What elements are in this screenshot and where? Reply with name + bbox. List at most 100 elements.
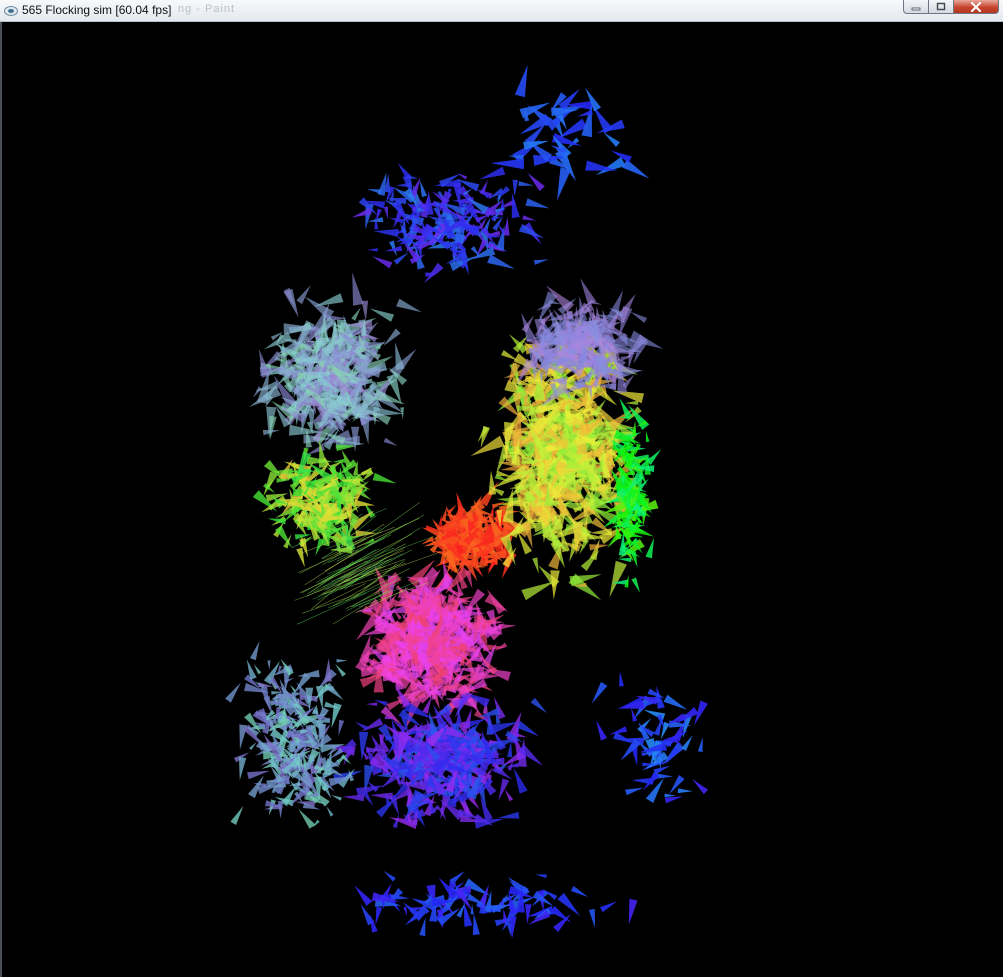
boid-trail bbox=[300, 538, 367, 574]
boid bbox=[557, 167, 571, 201]
boid bbox=[603, 132, 620, 147]
simulation-canvas[interactable] bbox=[2, 22, 1003, 977]
maximize-button[interactable] bbox=[929, 0, 954, 14]
boid bbox=[260, 686, 270, 709]
boid bbox=[619, 671, 624, 687]
boid bbox=[373, 228, 399, 237]
boid bbox=[395, 342, 405, 371]
boid bbox=[664, 793, 677, 798]
boid bbox=[589, 544, 609, 551]
boid bbox=[489, 737, 519, 753]
boid bbox=[653, 765, 671, 775]
minimize-button[interactable] bbox=[903, 0, 929, 14]
boid bbox=[396, 298, 422, 313]
boid bbox=[354, 499, 376, 507]
boid bbox=[383, 870, 396, 882]
boid bbox=[230, 805, 244, 825]
boid bbox=[332, 458, 346, 463]
maximize-icon bbox=[936, 2, 946, 11]
boid bbox=[525, 198, 550, 209]
boid bbox=[277, 801, 284, 819]
boid bbox=[383, 206, 388, 220]
boid-trail bbox=[364, 536, 434, 563]
boid bbox=[501, 349, 519, 361]
title-bar[interactable]: 565 Flocking sim [60.04 fps] ng - Paint bbox=[0, 0, 1003, 22]
minimize-icon bbox=[911, 7, 921, 10]
boid bbox=[645, 430, 650, 443]
boid bbox=[617, 557, 632, 563]
boid bbox=[372, 256, 393, 269]
boid bbox=[367, 189, 382, 195]
boid bbox=[525, 904, 532, 925]
boid bbox=[298, 809, 316, 829]
boid bbox=[331, 795, 342, 801]
boid bbox=[480, 796, 493, 821]
boid bbox=[335, 664, 347, 677]
boid bbox=[589, 299, 602, 305]
boid bbox=[663, 694, 688, 710]
boid bbox=[508, 154, 524, 160]
boid bbox=[247, 770, 270, 780]
boid bbox=[497, 811, 520, 819]
app-icon bbox=[4, 4, 18, 16]
boid bbox=[697, 737, 703, 753]
boid-trail bbox=[371, 502, 421, 538]
boid bbox=[613, 731, 636, 744]
boid bbox=[383, 437, 398, 446]
boid bbox=[630, 311, 648, 323]
boid bbox=[441, 507, 447, 522]
boid bbox=[628, 898, 638, 925]
boid bbox=[507, 741, 513, 758]
boid-trail bbox=[297, 543, 366, 573]
boid bbox=[530, 697, 548, 714]
boid bbox=[296, 285, 311, 305]
boid bbox=[595, 305, 601, 322]
boid-flock bbox=[225, 64, 709, 939]
boid bbox=[493, 696, 506, 720]
boid bbox=[389, 348, 417, 379]
boid bbox=[338, 719, 345, 736]
boid bbox=[488, 470, 497, 495]
boid bbox=[599, 901, 617, 913]
boid bbox=[513, 767, 528, 794]
boid bbox=[369, 308, 395, 322]
boid bbox=[342, 794, 365, 802]
boid bbox=[456, 173, 468, 180]
boid bbox=[625, 787, 644, 796]
boid bbox=[225, 682, 241, 703]
boid bbox=[570, 885, 589, 897]
boid bbox=[498, 778, 510, 801]
boid bbox=[533, 259, 549, 265]
boid-trail bbox=[296, 592, 367, 625]
boid bbox=[692, 778, 709, 795]
boid bbox=[580, 550, 600, 572]
boid bbox=[504, 789, 514, 802]
boid bbox=[511, 192, 520, 219]
boid bbox=[472, 913, 480, 936]
boid bbox=[631, 577, 641, 593]
boid bbox=[518, 181, 534, 187]
boid bbox=[527, 172, 545, 192]
boid bbox=[589, 528, 612, 536]
close-icon bbox=[970, 1, 982, 12]
boid bbox=[269, 415, 277, 440]
background-window-title: ng - Paint bbox=[178, 3, 236, 15]
boid bbox=[370, 792, 393, 800]
boid bbox=[326, 806, 334, 817]
boid bbox=[367, 248, 378, 252]
close-button[interactable] bbox=[954, 0, 999, 14]
boid bbox=[249, 641, 260, 661]
boid bbox=[372, 472, 397, 484]
boid bbox=[535, 874, 547, 879]
boid bbox=[518, 223, 545, 239]
boid bbox=[296, 547, 305, 568]
boid bbox=[362, 791, 374, 807]
boid bbox=[609, 560, 627, 598]
boid bbox=[288, 781, 301, 786]
window-title: 565 Flocking sim [60.04 fps] bbox=[22, 3, 172, 17]
boid bbox=[419, 180, 428, 198]
boid bbox=[514, 64, 528, 98]
boid bbox=[550, 570, 560, 600]
boid bbox=[612, 390, 645, 404]
boid bbox=[336, 658, 348, 663]
